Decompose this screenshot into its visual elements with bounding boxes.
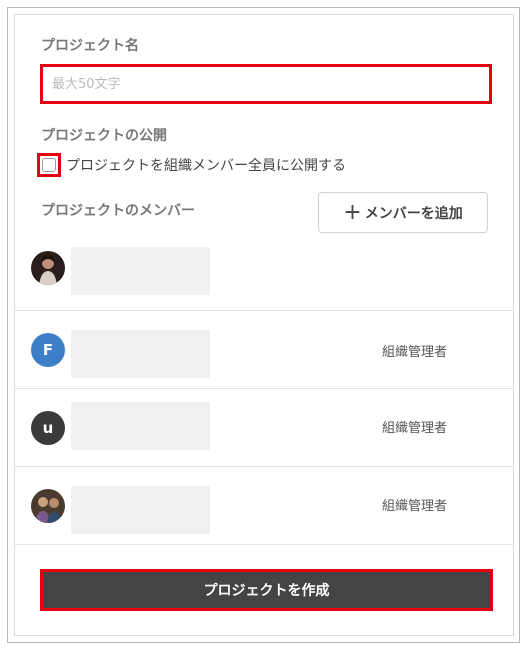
member-row[interactable] xyxy=(15,233,513,311)
member-role: 組織管理者 xyxy=(382,499,448,514)
avatar-letter: u xyxy=(42,419,54,437)
avatar xyxy=(31,489,65,523)
visibility-label: プロジェクトの公開 xyxy=(41,128,167,144)
member-row[interactable]: u 組織管理者 xyxy=(15,389,513,467)
visibility-checkbox-highlight[interactable] xyxy=(37,153,61,177)
project-name-label: プロジェクト名 xyxy=(41,38,139,54)
add-member-button[interactable]: + メンバーを追加 xyxy=(318,192,488,233)
avatar: u xyxy=(31,411,65,445)
member-row[interactable]: 組織管理者 xyxy=(15,467,513,545)
create-project-button[interactable]: プロジェクトを作成 xyxy=(40,569,493,611)
visibility-checkbox[interactable] xyxy=(42,158,56,172)
add-member-label: メンバーを追加 xyxy=(364,205,463,222)
project-name-input[interactable] xyxy=(40,64,492,104)
avatar-letter: F xyxy=(42,341,54,359)
user-photo-icon xyxy=(31,251,65,285)
user-photo-icon xyxy=(31,489,65,523)
member-row[interactable]: F 組織管理者 xyxy=(15,311,513,389)
avatar: F xyxy=(31,333,65,367)
member-name xyxy=(71,247,210,295)
member-name xyxy=(71,330,210,378)
avatar xyxy=(31,251,65,285)
member-name xyxy=(71,486,210,534)
visibility-checkbox-label[interactable]: プロジェクトを組織メンバー全員に公開する xyxy=(66,155,346,175)
create-project-form: プロジェクト名 プロジェクトの公開 プロジェクトを組織メンバー全員に公開する プ… xyxy=(14,14,514,636)
member-name xyxy=(71,402,210,450)
member-role: 組織管理者 xyxy=(382,345,448,360)
members-label: プロジェクトのメンバー xyxy=(41,203,195,219)
member-role: 組織管理者 xyxy=(382,421,448,436)
plus-icon: + xyxy=(343,199,362,225)
